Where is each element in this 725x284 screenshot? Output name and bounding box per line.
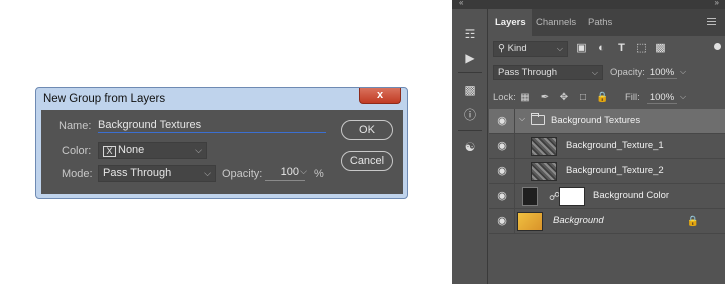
layer-thumbnail [531,137,557,156]
fill-label: Fill: [625,92,640,103]
ok-button[interactable]: OK [341,120,393,140]
tab-channels[interactable]: Channels [536,9,576,36]
adjustment-filter-icon[interactable]: ◐ [595,42,608,55]
panel-icon-strip: ☶ ▶ ▩ ⓘ ☯ [452,9,488,284]
artboard-lock-icon[interactable]: □ [577,92,589,104]
eye-icon[interactable]: ◉ [494,165,510,177]
filter-kind-select[interactable]: ⚲ Kind ⌵ [493,41,568,57]
dialog-titlebar[interactable]: New Group from Layers x [36,88,407,110]
clone-source-icon[interactable]: ☯ [463,140,477,154]
adjustments-icon[interactable]: ▩ [463,83,477,97]
panel-tabbar: Layers Channels Paths [489,9,725,36]
chevron-down-icon[interactable]: ⌵ [300,166,307,177]
lock-all-icon[interactable]: 🔒 [596,92,608,104]
dialog-body: Name: Background Textures Color: X None ⌵… [41,110,403,194]
lock-position-icon[interactable]: ✥ [558,92,570,104]
mode-select-value: Pass Through [103,167,172,179]
panel-opacity-label: Opacity: [610,67,645,78]
opacity-unit: % [314,168,324,180]
history-icon[interactable]: ☶ [463,27,477,41]
color-select-value: None [118,144,145,156]
panel-menu-icon[interactable] [707,18,716,25]
close-button[interactable]: x [359,88,401,104]
new-group-dialog: New Group from Layers x Name: Background… [35,87,408,199]
tab-layers[interactable]: Layers [489,9,532,36]
chevron-down-icon[interactable]: ⌵ [680,67,686,77]
fill-icon [522,187,538,206]
filter-toggle-icon[interactable] [714,43,721,50]
opacity-value: 100 [280,166,299,178]
fill-input[interactable]: 100% [647,92,677,104]
expand-icon[interactable]: » [715,0,719,7]
layer-row[interactable]: ◉ Background_Texture_2 [489,159,725,184]
layers-panel: Layers Channels Paths ⚲ Kind ⌵ ▣ ◐ T ⬚ ▩… [489,9,725,284]
chevron-down-icon[interactable]: ⌵ [519,114,525,124]
smart-object-filter-icon[interactable]: ▩ [654,42,667,55]
chevron-down-icon[interactable]: ⌵ [680,92,686,102]
lock-image-icon[interactable]: ✒ [539,92,551,104]
chevron-down-icon: ⌵ [556,44,563,53]
lock-transparent-icon[interactable]: ▦ [519,92,531,104]
eye-icon[interactable]: ◉ [494,215,510,227]
filter-kind-value: Kind [507,43,527,54]
panel-opacity-input[interactable]: 100% [647,67,677,79]
name-input[interactable]: Background Textures [98,119,326,133]
eye-icon[interactable]: ◉ [494,190,510,202]
layer-name: Background_Texture_1 [566,140,664,151]
layer-thumbnail [517,212,543,231]
play-icon[interactable]: ▶ [463,51,477,65]
divider [458,130,482,131]
dialog-title: New Group from Layers [43,93,166,105]
lock-icon[interactable]: 🔒 [687,216,699,227]
shape-filter-icon[interactable]: ⬚ [635,42,648,55]
dock-topstrip: « » [452,0,725,9]
layer-mask-thumbnail [559,187,585,206]
layer-row[interactable]: ◉ Background_Texture_1 [489,134,725,159]
search-icon: ⚲ [498,43,505,54]
divider [458,72,482,73]
opacity-input[interactable]: 100 ⌵ [265,166,307,181]
layer-row-group[interactable]: ◉ ⌵ Background Textures [489,109,725,134]
collapse-icon[interactable]: « [459,0,463,7]
cancel-button[interactable]: Cancel [341,151,393,171]
mode-label: Mode: [62,168,93,180]
lock-label: Lock: [493,92,516,103]
layer-name: Background Color [593,190,670,201]
layer-name: Background Textures [551,115,641,126]
info-icon[interactable]: ⓘ [463,108,477,122]
chevron-down-icon: ⌵ [591,68,598,77]
layer-thumbnail [531,162,557,181]
photoshop-side-dock: « » ☶ ▶ ▩ ⓘ ☯ Layers Channels Paths ⚲ Ki… [452,0,725,284]
color-label: Color: [62,145,92,157]
layer-name: Background_Texture_2 [566,165,664,176]
mode-select[interactable]: Pass Through ⌵ [98,165,216,182]
layer-row[interactable]: ◉ ☍ Background Color [489,184,725,209]
chevron-down-icon: ⌵ [204,168,211,178]
type-filter-icon[interactable]: T [615,42,628,55]
folder-icon [531,113,545,125]
pixel-filter-icon[interactable]: ▣ [575,42,588,55]
eye-icon[interactable]: ◉ [494,140,510,152]
layer-name: Background [553,215,604,226]
name-label: Name: [59,120,92,132]
opacity-label: Opacity: [222,168,263,180]
eye-icon[interactable]: ◉ [494,115,510,127]
blend-mode-value: Pass Through [498,67,557,78]
tab-paths[interactable]: Paths [588,9,612,36]
no-color-icon: X [103,146,116,157]
blend-mode-select[interactable]: Pass Through ⌵ [493,65,603,80]
layer-row[interactable]: ◉ Background 🔒 [489,209,725,234]
color-select[interactable]: X None ⌵ [98,142,207,159]
chevron-down-icon: ⌵ [195,145,202,155]
